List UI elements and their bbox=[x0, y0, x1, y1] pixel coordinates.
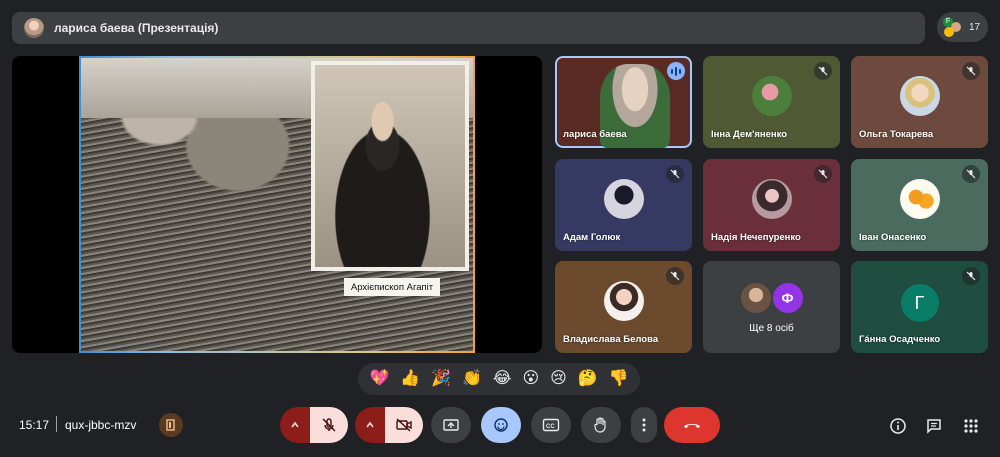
participant-name: Адам Голюк bbox=[563, 232, 621, 243]
mic-toggle-button[interactable] bbox=[310, 407, 348, 443]
chat-icon bbox=[927, 419, 941, 434]
mic-off-icon bbox=[814, 62, 832, 80]
reaction-party[interactable]: 🎉 bbox=[431, 371, 451, 387]
participant-name: Надія Нечепуренко bbox=[711, 232, 801, 243]
mic-off-icon bbox=[962, 165, 980, 183]
video-options-button[interactable] bbox=[355, 407, 385, 443]
present-screen-icon bbox=[443, 419, 459, 431]
mic-off-icon bbox=[666, 165, 684, 183]
participant-avatar bbox=[603, 281, 644, 322]
letter-avatar: Ф bbox=[772, 282, 803, 313]
meeting-code[interactable]: qux-jbbc-mzv bbox=[65, 418, 136, 432]
presenter-avatar bbox=[24, 18, 44, 38]
participant-tile[interactable]: Ольга Токарева bbox=[851, 56, 988, 148]
slide-historic-photo: Архієпископ Агапіт bbox=[81, 58, 473, 351]
presenter-bar[interactable]: лариса баева (Презентація) bbox=[12, 12, 925, 44]
raise-hand-button[interactable] bbox=[581, 407, 621, 443]
reaction-thumbs-up[interactable]: 👍 bbox=[400, 371, 420, 387]
participant-avatar bbox=[899, 76, 940, 117]
reaction-thinking[interactable]: 🤔 bbox=[578, 371, 598, 387]
reaction-sad[interactable]: 😢 bbox=[550, 371, 567, 387]
participant-avatar bbox=[751, 179, 792, 220]
reaction-clap[interactable]: 👏 bbox=[462, 371, 482, 387]
call-end-icon bbox=[684, 424, 700, 428]
participant-avatar bbox=[899, 179, 940, 220]
leave-call-button[interactable] bbox=[664, 407, 720, 443]
people-avatars-icon: F bbox=[943, 17, 963, 37]
mic-off-icon bbox=[322, 418, 336, 432]
more-avatars: Ф bbox=[740, 282, 803, 313]
emoji-button[interactable] bbox=[481, 407, 521, 443]
mic-off-icon bbox=[666, 267, 684, 285]
meeting-details-button[interactable] bbox=[886, 414, 910, 438]
participant-tile[interactable]: Іван Онасенко bbox=[851, 159, 988, 251]
meet-window: лариса баева (Презентація) F 17 Архієпис… bbox=[0, 0, 1000, 457]
activities-button[interactable] bbox=[959, 414, 983, 438]
captions-button[interactable]: CC bbox=[531, 407, 571, 443]
present-screen-button[interactable] bbox=[431, 407, 471, 443]
reaction-thumbs-down[interactable]: 👎 bbox=[609, 371, 629, 387]
participant-tile[interactable]: Владислава Белова bbox=[555, 261, 692, 353]
videocam-off-icon bbox=[396, 418, 412, 432]
emoji-icon bbox=[494, 418, 508, 432]
apps-icon bbox=[964, 419, 978, 433]
letter-avatar: Г bbox=[900, 284, 939, 323]
participant-name: Іван Онасенко bbox=[859, 232, 927, 243]
more-participants-label: Ще 8 осіб bbox=[749, 323, 794, 334]
more-options-button[interactable] bbox=[631, 407, 657, 443]
more-vert-icon bbox=[642, 418, 646, 432]
mic-off-icon bbox=[962, 267, 980, 285]
clock: 15:17 bbox=[19, 418, 50, 432]
participant-name: лариса баева bbox=[563, 129, 627, 140]
chevron-up-icon bbox=[366, 421, 374, 428]
mic-off-icon bbox=[962, 62, 980, 80]
participant-tile[interactable]: Г Гáнна Осадченко bbox=[851, 261, 988, 353]
divider bbox=[56, 416, 57, 432]
participant-tile[interactable]: Адам Голюк bbox=[555, 159, 692, 251]
raise-hand-icon bbox=[594, 417, 606, 433]
camera-toggle-button[interactable] bbox=[385, 407, 423, 443]
svg-text:CC: CC bbox=[546, 424, 555, 430]
chevron-up-icon bbox=[291, 421, 299, 428]
participant-name: Ольга Токарева bbox=[859, 129, 934, 140]
participant-tile[interactable]: Надія Нечепуренко bbox=[703, 159, 840, 251]
archbishop-portrait bbox=[311, 61, 469, 271]
chat-button[interactable] bbox=[922, 414, 946, 438]
reactions-bar: 💖 👍 🎉 👏 😂 😮 😢 🤔 👎 bbox=[358, 363, 640, 395]
audio-options-button[interactable] bbox=[280, 407, 310, 443]
presentation-stage[interactable]: Архієпископ Агапіт bbox=[12, 56, 542, 353]
mic-off-icon bbox=[814, 165, 832, 183]
participant-name: Гáнна Осадченко bbox=[859, 334, 941, 345]
presentation-slide: Архієпископ Агапіт bbox=[79, 56, 475, 353]
more-participants-tile[interactable]: Ф Ще 8 осіб bbox=[703, 261, 840, 353]
participant-avatar bbox=[740, 282, 771, 313]
participant-tile[interactable]: Інна Дем'яненко bbox=[703, 56, 840, 148]
reaction-joy[interactable]: 😂 bbox=[493, 371, 512, 387]
participant-name: Владислава Белова bbox=[563, 334, 659, 345]
participant-name: Інна Дем'яненко bbox=[711, 129, 788, 140]
participant-avatar bbox=[603, 179, 644, 220]
info-icon bbox=[890, 418, 906, 434]
participant-tile[interactable]: лариса баева bbox=[555, 56, 692, 148]
presenter-title: лариса баева (Презентація) bbox=[54, 21, 219, 35]
participant-avatar bbox=[751, 76, 792, 117]
reaction-heart[interactable]: 💖 bbox=[369, 371, 389, 387]
people-button[interactable]: F 17 bbox=[937, 12, 988, 42]
slide-caption: Архієпископ Агапіт bbox=[344, 278, 440, 296]
speaking-indicator-icon bbox=[667, 62, 685, 80]
closed-captions-icon: CC bbox=[542, 418, 560, 432]
people-count: 17 bbox=[969, 21, 981, 33]
reaction-surprised[interactable]: 😮 bbox=[522, 371, 539, 387]
door-icon[interactable] bbox=[159, 413, 183, 437]
